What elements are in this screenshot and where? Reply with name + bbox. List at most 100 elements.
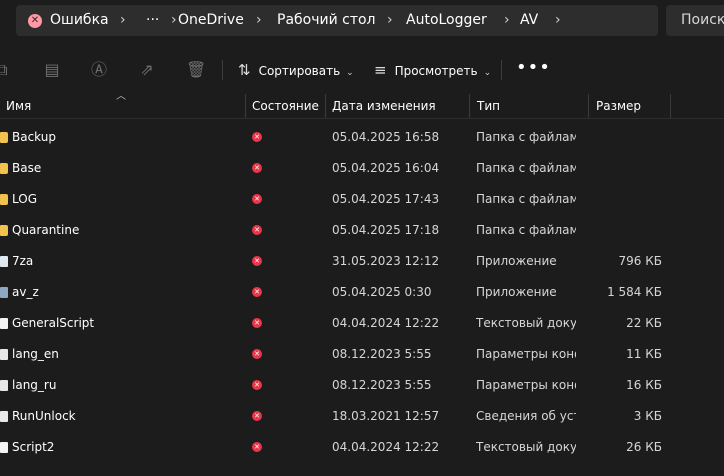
sort-ascending-icon: ︿: [116, 91, 126, 102]
breadcrumb-autologger[interactable]: AutoLogger: [406, 5, 487, 36]
search-input[interactable]: Поиск: [666, 5, 724, 36]
file-name: Script2: [12, 440, 55, 454]
folder-icon: [0, 225, 8, 236]
file-row[interactable]: Base ✕ 05.04.2025 16:04 Папка с файлами: [0, 153, 724, 184]
share-icon[interactable]: ⇗: [137, 60, 157, 80]
text-document-icon: [0, 442, 8, 453]
file-row[interactable]: GeneralScript ✕ 04.04.2024 12:22 Текстов…: [0, 308, 724, 339]
file-date: 05.04.2025 17:43: [332, 192, 440, 206]
column-resize-handle[interactable]: [588, 94, 589, 118]
file-row[interactable]: Script2 ✕ 04.04.2024 12:22 Текстовый док…: [0, 432, 724, 463]
column-resize-handle[interactable]: [245, 94, 246, 118]
file-date: 04.04.2024 12:22: [332, 316, 440, 330]
column-resize-handle[interactable]: [325, 94, 326, 118]
text-document-icon: [0, 318, 8, 329]
chevron-right-icon: ›: [555, 12, 561, 28]
paste-icon[interactable]: ▤: [42, 60, 62, 80]
sort-button[interactable]: ⇅ Сортировать ⌄: [238, 46, 354, 94]
config-file-icon: [0, 380, 8, 391]
address-bar[interactable]: ✕ Ошибка › ··· › OneDrive › Рабочий стол…: [16, 5, 658, 36]
chevron-right-icon: ›: [504, 12, 510, 28]
file-row[interactable]: Backup ✕ 05.04.2025 16:58 Папка с файлам…: [0, 122, 724, 153]
sync-error-icon: ✕: [252, 349, 262, 359]
column-resize-handle[interactable]: [670, 94, 671, 118]
file-row[interactable]: 7za ✕ 31.05.2023 12:12 Приложение 796 КБ: [0, 246, 724, 277]
file-type: Сведения об уста...: [476, 409, 576, 423]
file-name: Backup: [12, 130, 56, 144]
folder-icon: [0, 132, 8, 143]
file-row[interactable]: lang_ru ✕ 08.12.2023 5:55 Параметры конф…: [0, 370, 724, 401]
view-icon: ≡: [374, 61, 387, 79]
chevron-right-icon: ›: [120, 12, 126, 28]
file-date: 05.04.2025 17:18: [332, 223, 440, 237]
file-size: [590, 184, 662, 215]
file-row[interactable]: Quarantine ✕ 05.04.2025 17:18 Папка с фа…: [0, 215, 724, 246]
file-type: Папка с файлами: [476, 161, 576, 175]
sort-icon: ⇅: [238, 61, 251, 79]
file-size: 796 КБ: [618, 254, 662, 268]
column-resize-handle[interactable]: [469, 94, 470, 118]
file-type: Приложение: [476, 285, 557, 299]
view-button[interactable]: ≡ Просмотреть ⌄: [374, 46, 491, 94]
file-type: Текстовый докум...: [476, 316, 576, 330]
file-list: Backup ✕ 05.04.2025 16:58 Папка с файлам…: [0, 122, 724, 463]
file-date: 18.03.2021 12:57: [332, 409, 440, 423]
more-options-icon[interactable]: •••: [516, 46, 551, 94]
toolbar-divider: [501, 60, 502, 80]
column-date[interactable]: Дата изменения: [332, 94, 436, 118]
file-date: 08.12.2023 5:55: [332, 378, 432, 392]
file-row[interactable]: RunUnlock ✕ 18.03.2021 12:57 Сведения об…: [0, 401, 724, 432]
file-type: Папка с файлами: [476, 223, 576, 237]
file-date: 04.04.2024 12:22: [332, 440, 440, 454]
file-date: 31.05.2023 12:12: [332, 254, 440, 268]
file-row[interactable]: lang_en ✕ 08.12.2023 5:55 Параметры конф…: [0, 339, 724, 370]
file-name: lang_en: [12, 347, 59, 361]
file-size: 3 КБ: [633, 409, 662, 423]
breadcrumb-more[interactable]: ···: [146, 5, 159, 36]
file-row[interactable]: LOG ✕ 05.04.2025 17:43 Папка с файлами: [0, 184, 724, 215]
breadcrumb-onedrive[interactable]: OneDrive: [178, 5, 244, 36]
sync-error-icon: ✕: [252, 225, 262, 235]
column-name[interactable]: Имя: [6, 94, 31, 118]
file-size: 1 584 КБ: [607, 285, 662, 299]
delete-icon[interactable]: 🗑: [186, 60, 206, 80]
folder-icon: [0, 163, 8, 174]
sync-error-icon: ✕: [252, 256, 262, 266]
column-type[interactable]: Тип: [477, 94, 500, 118]
file-row[interactable]: av_z ✕ 05.04.2025 0:30 Приложение 1 584 …: [0, 277, 724, 308]
file-size: 26 КБ: [626, 440, 662, 454]
file-size: 22 КБ: [626, 316, 662, 330]
file-date: 05.04.2025 0:30: [332, 285, 432, 299]
breadcrumb-error[interactable]: Ошибка: [50, 5, 109, 36]
file-name: av_z: [12, 285, 39, 299]
file-size: [590, 122, 662, 153]
file-name: lang_ru: [12, 378, 57, 392]
column-header: ︿ Имя Состояние Дата изменения Тип Разме…: [0, 91, 724, 119]
sync-error-icon: ✕: [252, 287, 262, 297]
chevron-right-icon: ›: [171, 12, 177, 28]
sync-error-icon: ✕: [252, 380, 262, 390]
file-type: Папка с файлами: [476, 192, 576, 206]
folder-icon: [0, 194, 8, 205]
breadcrumb-desktop[interactable]: Рабочий стол: [277, 5, 376, 36]
setup-info-icon: [0, 411, 8, 422]
file-name: Base: [12, 161, 42, 175]
application-icon: [0, 287, 8, 298]
config-file-icon: [0, 349, 8, 360]
sync-error-icon: ✕: [28, 14, 42, 28]
column-status[interactable]: Состояние: [252, 94, 319, 118]
command-bar: ⧉ ▤ Ⓐ ⇗ 🗑 ⇅ Сортировать ⌄ ≡ Просмотреть ⌄ ••…: [0, 46, 724, 94]
chevron-right-icon: ›: [387, 12, 393, 28]
file-type: Приложение: [476, 254, 557, 268]
copy-icon[interactable]: ⧉: [0, 60, 12, 80]
file-type: Параметры конф...: [476, 378, 576, 392]
chevron-down-icon: ⌄: [346, 68, 354, 78]
column-size[interactable]: Размер: [596, 94, 641, 118]
file-name: GeneralScript: [12, 316, 95, 330]
breadcrumb-av[interactable]: AV: [520, 5, 538, 36]
rename-icon[interactable]: Ⓐ: [89, 60, 109, 80]
sync-error-icon: ✕: [252, 132, 262, 142]
application-icon: [0, 256, 8, 267]
file-date: 08.12.2023 5:55: [332, 347, 432, 361]
file-type: Текстовый докум...: [476, 440, 576, 454]
